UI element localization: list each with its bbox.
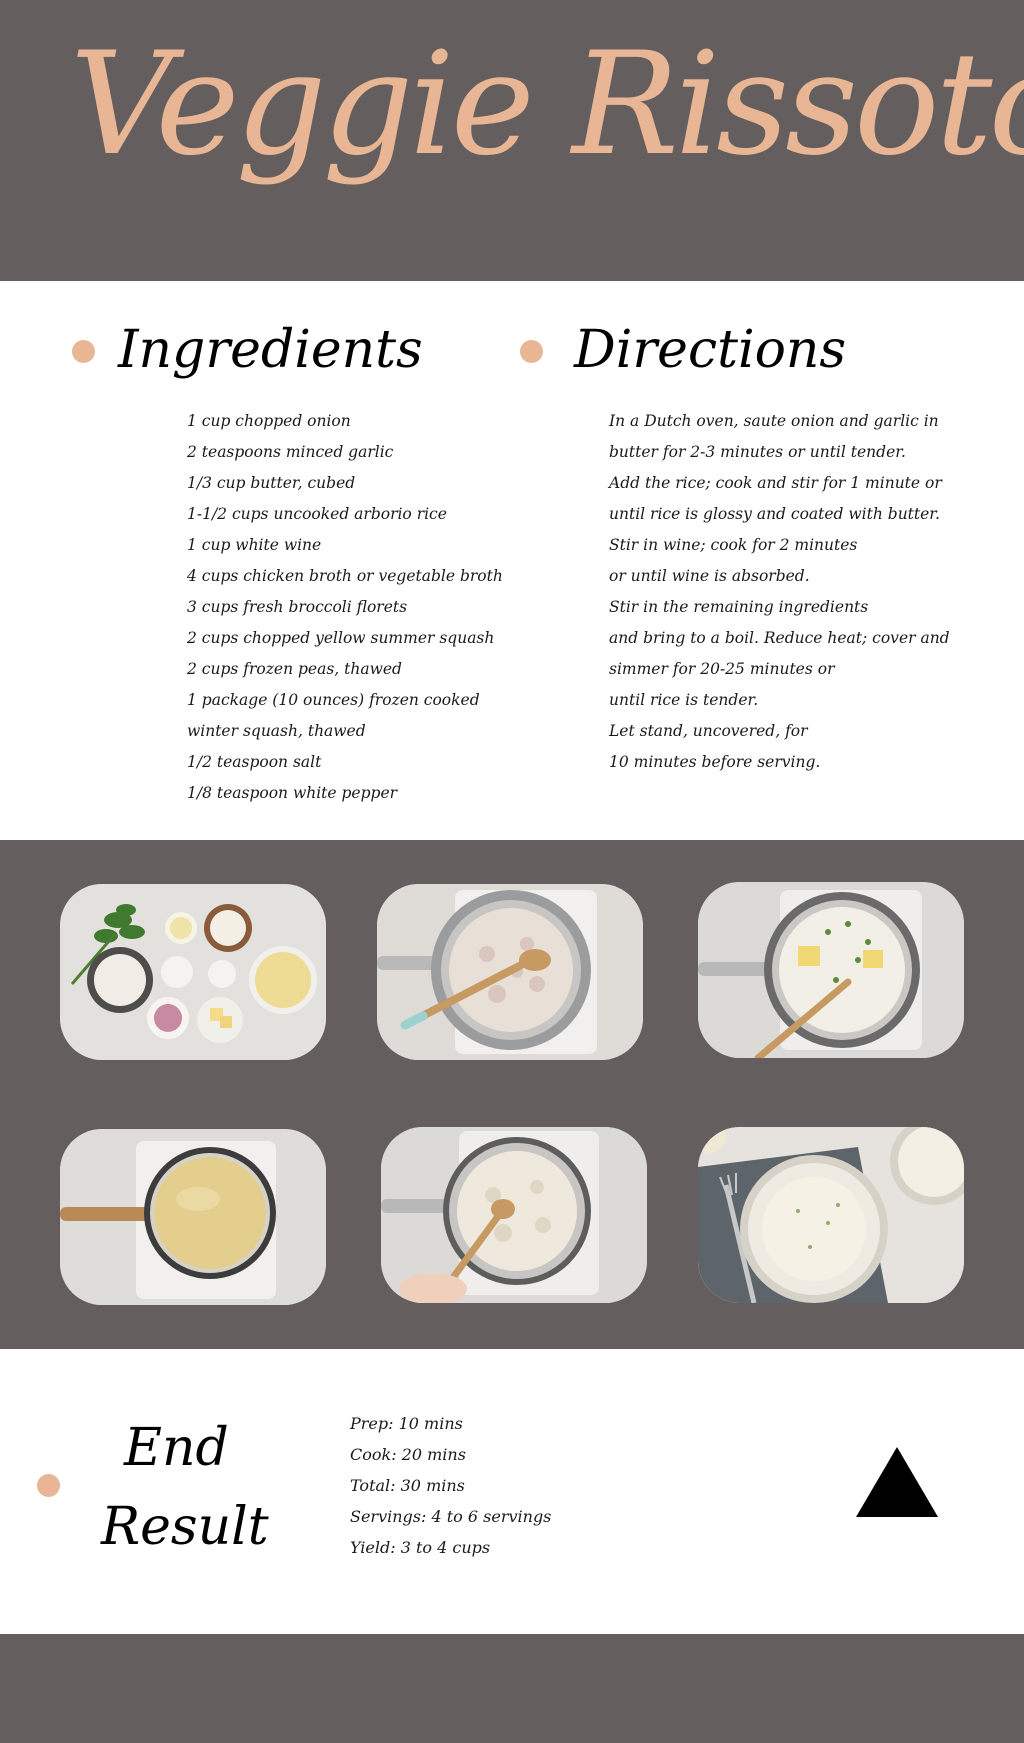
directions-line: Stir in the remaining ingredients bbox=[609, 598, 869, 616]
recipe-stat: Total: 30 mins bbox=[350, 1476, 465, 1495]
directions-line: butter for 2-3 minutes or until tender. bbox=[609, 443, 906, 461]
directions-line: Add the rice; cook and stir for 1 minute… bbox=[609, 474, 942, 492]
ingredient-item: 4 cups chicken broth or vegetable broth bbox=[187, 567, 503, 585]
end-result-title-line1: End bbox=[124, 1418, 229, 1478]
stirring-risotto-photo bbox=[381, 1127, 647, 1303]
ingredient-item: 2 teaspoons minced garlic bbox=[187, 443, 394, 461]
end-result-title-line2: Result bbox=[101, 1497, 269, 1557]
ingredient-item: 1/2 teaspoon salt bbox=[187, 753, 322, 771]
directions-text: In a Dutch oven, saute onion and garlic … bbox=[609, 410, 950, 782]
directions-heading: Directions bbox=[574, 320, 847, 380]
directions-line: Let stand, uncovered, for bbox=[609, 722, 808, 740]
recipe-stat: Cook: 20 mins bbox=[350, 1445, 466, 1464]
directions-line: In a Dutch oven, saute onion and garlic … bbox=[609, 412, 939, 430]
recipe-title: Veggie Rissoto bbox=[70, 22, 1024, 187]
recipe-stat: Yield: 3 to 4 cups bbox=[350, 1538, 491, 1557]
ingredient-item: 1-1/2 cups uncooked arborio rice bbox=[187, 505, 447, 523]
ingredient-item: 1 cup chopped onion bbox=[187, 412, 351, 430]
ingredient-item: 1/8 teaspoon white pepper bbox=[187, 784, 398, 802]
ingredient-item: 1 package (10 ounces) frozen cooked bbox=[187, 691, 480, 709]
directions-line: 10 minutes before serving. bbox=[609, 753, 821, 771]
directions-line: until rice is tender. bbox=[609, 691, 759, 709]
directions-line: simmer for 20-25 minutes or bbox=[609, 660, 835, 678]
ingredients-photo bbox=[60, 884, 326, 1060]
directions-line: or until wine is absorbed. bbox=[609, 567, 810, 585]
directions-line: Stir in wine; cook for 2 minutes bbox=[609, 536, 858, 554]
ingredient-item: 2 cups chopped yellow summer squash bbox=[187, 629, 495, 647]
ingredient-item: 2 cups frozen peas, thawed bbox=[187, 660, 402, 678]
end-result-bullet-dot bbox=[37, 1474, 60, 1497]
footer-band bbox=[0, 1634, 1024, 1743]
ingredient-item: 3 cups fresh broccoli florets bbox=[187, 598, 408, 616]
recipe-stats-list: Prep: 10 mins Cook: 20 mins Total: 30 mi… bbox=[350, 1413, 551, 1568]
broth-saucepan-photo bbox=[60, 1129, 326, 1305]
directions-line: until rice is glossy and coated with but… bbox=[609, 505, 940, 523]
risotto-bowl-photo bbox=[698, 1127, 964, 1303]
title-banner: Veggie Rissoto bbox=[0, 0, 1024, 281]
triangle-icon bbox=[856, 1447, 938, 1517]
ingredient-item: 1 cup white wine bbox=[187, 536, 322, 554]
ingredients-heading: Ingredients bbox=[118, 320, 423, 380]
recipe-stat: Prep: 10 mins bbox=[350, 1414, 463, 1433]
ingredients-bullet-dot bbox=[72, 340, 95, 363]
ingredient-item: winter squash, thawed bbox=[187, 722, 366, 740]
directions-bullet-dot bbox=[520, 340, 543, 363]
butter-herbs-photo bbox=[698, 882, 964, 1058]
recipe-stat: Servings: 4 to 6 servings bbox=[350, 1507, 552, 1526]
sauteing-rice-photo bbox=[377, 884, 643, 1060]
directions-line: and bring to a boil. Reduce heat; cover … bbox=[609, 629, 950, 647]
ingredients-list: 1 cup chopped onion 2 teaspoons minced g… bbox=[187, 410, 503, 813]
ingredient-item: 1/3 cup butter, cubed bbox=[187, 474, 356, 492]
